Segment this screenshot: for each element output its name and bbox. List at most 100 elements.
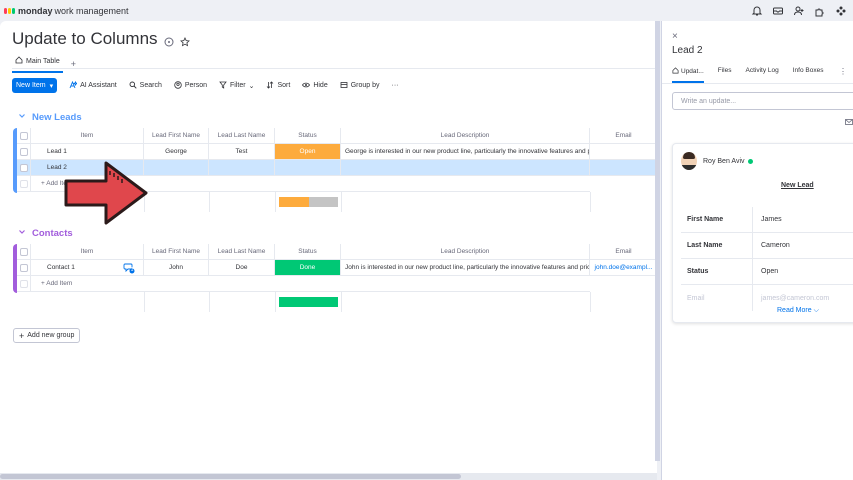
invite-members-icon[interactable]	[793, 4, 805, 22]
apps-icon[interactable]	[814, 4, 826, 22]
email-cell[interactable]	[590, 160, 657, 176]
row-checkbox[interactable]	[17, 144, 31, 160]
first-name-cell[interactable]: George	[144, 144, 209, 160]
status-summary-bar[interactable]	[276, 292, 342, 312]
column-header-first-name[interactable]: Lead First Name	[144, 244, 209, 260]
horizontal-scrollbar[interactable]	[0, 473, 657, 480]
card-author: Roy Ben Aviv	[681, 152, 753, 170]
add-item-input[interactable]: + Add Item	[31, 276, 590, 292]
select-all-checkbox[interactable]	[17, 244, 31, 260]
row-checkbox[interactable]	[17, 260, 31, 276]
top-bar: monday work management	[0, 0, 853, 21]
monday-logo[interactable]: monday work management	[4, 6, 129, 16]
column-header-description[interactable]: Lead Description	[341, 244, 590, 260]
conversation-icon[interactable]: 1	[123, 262, 135, 274]
description-cell[interactable]: John is interested in our new product li…	[341, 260, 590, 276]
info-icon[interactable]	[164, 34, 174, 52]
group-header-new-leads[interactable]: New Leads	[18, 112, 82, 123]
chevron-down-icon[interactable]: ⌄	[249, 82, 255, 90]
chevron-down-icon[interactable]	[18, 228, 26, 239]
sort-button[interactable]: Sort	[266, 80, 290, 91]
vertical-scrollbar[interactable]	[655, 21, 660, 461]
card-link[interactable]: New Lead	[781, 182, 814, 189]
filter-icon	[219, 81, 227, 91]
email-cell[interactable]	[590, 144, 657, 160]
tab-label: Updat...	[681, 68, 704, 75]
tab-updates[interactable]: Updat...	[672, 67, 704, 83]
item-name[interactable]: Lead 1	[31, 144, 144, 160]
panel-title[interactable]: Lead 2	[672, 45, 703, 56]
add-view-button[interactable]: +	[71, 59, 76, 69]
field-label: Last Name	[681, 233, 753, 258]
tab-files[interactable]: Files	[718, 67, 732, 83]
star-icon[interactable]	[180, 34, 190, 52]
column-header-item[interactable]: Item	[31, 128, 144, 144]
add-item-row[interactable]: + Add Item	[17, 276, 590, 292]
tab-label: Main Table	[26, 57, 60, 65]
ai-assistant-button[interactable]: AI Assistant	[69, 80, 117, 91]
filter-button[interactable]: Filter ⌄	[219, 81, 254, 91]
hide-button[interactable]: Hide	[302, 81, 328, 91]
last-name-cell[interactable]: Doe	[209, 260, 275, 276]
column-header-status[interactable]: Status	[275, 128, 341, 144]
filter-label: Filter	[230, 82, 246, 89]
more-options-icon[interactable]: ⋮	[839, 67, 847, 76]
new-item-button[interactable]: New Item ▾	[12, 78, 58, 93]
select-all-checkbox[interactable]	[17, 128, 31, 144]
read-more-link[interactable]: Read More ⌵	[777, 307, 819, 315]
status-cell[interactable]	[275, 160, 341, 176]
summary-row	[144, 192, 657, 212]
inbox-icon[interactable]	[772, 4, 784, 22]
avatar[interactable]	[681, 152, 697, 170]
group-title[interactable]: Contacts	[32, 228, 73, 239]
column-header-last-name[interactable]: Lead Last Name	[209, 128, 275, 144]
update-input[interactable]: Write an update...	[672, 92, 853, 110]
tab-activity-log[interactable]: Activity Log	[746, 67, 779, 83]
column-header-status[interactable]: Status	[275, 244, 341, 260]
more-options-button[interactable]: ···	[392, 82, 399, 89]
search-button[interactable]: Search	[129, 81, 162, 91]
add-new-group-button[interactable]: + Add new group	[13, 328, 81, 343]
tab-main-table[interactable]: Main Table	[12, 54, 63, 73]
email-cell[interactable]: john.doe@exampl...	[590, 260, 657, 276]
person-filter-button[interactable]: Person	[174, 80, 207, 91]
home-icon	[15, 56, 23, 66]
group-header-contacts[interactable]: Contacts	[18, 228, 73, 239]
column-header-first-name[interactable]: Lead First Name	[144, 128, 209, 144]
column-header-email[interactable]: Email	[590, 128, 657, 144]
close-icon[interactable]: ×	[672, 31, 678, 42]
item-name[interactable]: Contact 1 1	[31, 260, 144, 276]
column-header-email[interactable]: Email	[590, 244, 657, 260]
status-cell[interactable]: Open	[275, 144, 341, 160]
status-cell[interactable]: Done	[275, 260, 341, 276]
last-name-cell[interactable]	[209, 160, 275, 176]
field-value: Cameron	[761, 242, 790, 249]
table-row[interactable]: Contact 1 1 John Doe Done John is intere…	[17, 260, 657, 276]
status-summary-bar[interactable]	[276, 192, 342, 212]
table-row[interactable]: Lead 1 George Test Open George is intere…	[17, 144, 657, 160]
column-header-last-name[interactable]: Lead Last Name	[209, 244, 275, 260]
row-checkbox	[17, 276, 31, 292]
tab-info-boxes[interactable]: Info Boxes	[793, 67, 824, 83]
online-status-icon	[747, 158, 753, 164]
column-header-item[interactable]: Item	[31, 244, 144, 260]
scrollbar-thumb[interactable]	[0, 474, 461, 479]
description-cell[interactable]	[341, 160, 590, 176]
description-cell[interactable]: George is interested in our new product …	[341, 144, 590, 160]
bell-icon[interactable]	[751, 4, 763, 22]
table-header: Item Lead First Name Lead Last Name Stat…	[17, 128, 657, 144]
group-title[interactable]: New Leads	[32, 112, 82, 123]
author-name[interactable]: Roy Ben Aviv	[703, 158, 745, 165]
chevron-down-icon[interactable]: ▾	[50, 82, 54, 90]
pointer-arrow-annotation	[64, 161, 148, 225]
page-title[interactable]: Update to Columns	[12, 29, 158, 49]
first-name-cell[interactable]	[144, 160, 209, 176]
chevron-down-icon[interactable]	[18, 112, 26, 123]
mail-icon[interactable]	[845, 113, 853, 131]
last-name-cell[interactable]: Test	[209, 144, 275, 160]
first-name-cell[interactable]: John	[144, 260, 209, 276]
integrations-icon[interactable]	[835, 4, 847, 22]
group-by-button[interactable]: Group by	[340, 81, 380, 91]
column-header-description[interactable]: Lead Description	[341, 128, 590, 144]
row-checkbox[interactable]	[17, 160, 31, 176]
